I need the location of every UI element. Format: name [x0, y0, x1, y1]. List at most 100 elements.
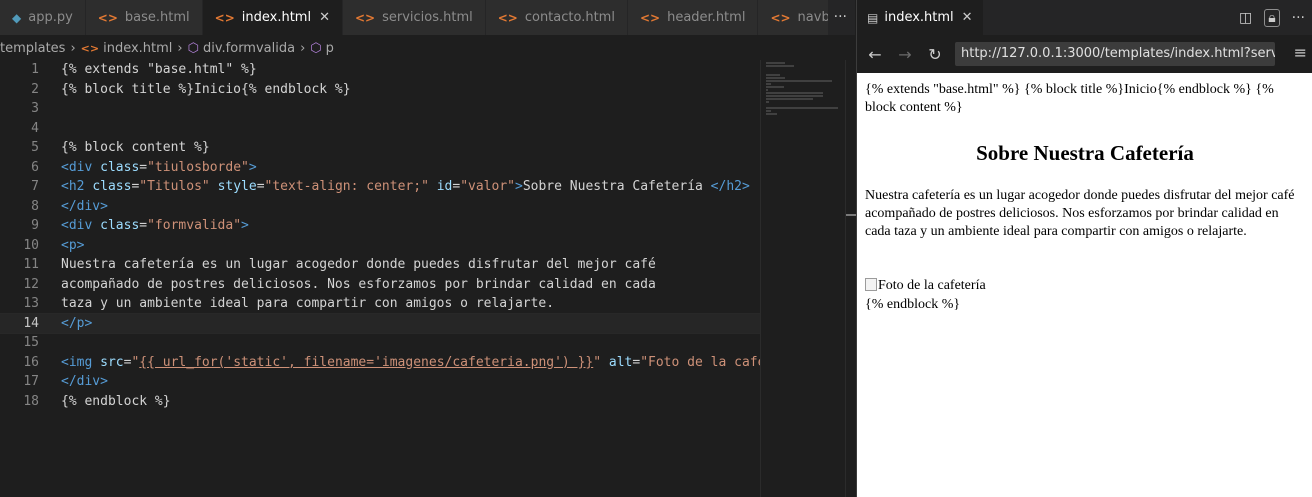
browser-icon: ▤: [867, 10, 879, 25]
split-editor-icon[interactable]: ◫: [1239, 10, 1252, 26]
code-token: Sobre Nuestra Cafetería: [522, 179, 711, 194]
code-token: {% extends "base.html" %}: [61, 62, 257, 77]
html-file-icon: <>: [770, 10, 791, 25]
forward-icon[interactable]: →: [893, 45, 917, 64]
code-line[interactable]: 16 <img src="{{ url_for('static', filenam…: [0, 353, 812, 373]
tab-label: index.html: [241, 10, 312, 25]
code-line[interactable]: 12 acompañado de postres deliciosos. Nos …: [0, 275, 760, 295]
line-number: 12: [23, 276, 39, 292]
vertical-scrollbar[interactable]: [845, 60, 856, 497]
tab-app-py[interactable]: ◆ app.py: [0, 0, 86, 35]
line-text: {% endblock %}: [61, 392, 171, 412]
minimap-line: [766, 74, 781, 76]
code-line[interactable]: 8 </div>: [0, 197, 760, 217]
code-token: </p>: [61, 315, 93, 331]
line-number: 5: [31, 140, 39, 155]
code-line[interactable]: 1 {% extends "base.html" %}: [0, 60, 760, 80]
code-token: "valor": [460, 179, 515, 194]
tab-label: app.py: [28, 10, 73, 25]
tab-label: navb: [797, 10, 830, 25]
url-input[interactable]: http://127.0.0.1:3000/templates/index.ht…: [955, 42, 1275, 66]
tab-servicios-html[interactable]: <> servicios.html: [342, 0, 486, 35]
code-token: taza y un ambiente ideal para compartir …: [61, 296, 555, 311]
tab-index-html[interactable]: <> index.html ✕: [202, 0, 343, 35]
menu-icon[interactable]: ≡: [1294, 43, 1307, 62]
browser-toolbar: ← → ↻ http://127.0.0.1:3000/templates/in…: [857, 35, 1312, 73]
reload-icon[interactable]: ↻: [923, 45, 947, 64]
close-icon[interactable]: ✕: [319, 10, 330, 25]
code-line[interactable]: 6 <div class="tiulosborde">: [0, 158, 760, 178]
minimap-line: [766, 86, 784, 88]
breadcrumb-item[interactable]: <> index.html: [81, 41, 173, 56]
browser-tab-bar: ▤ index.html ✕ ◫ 🔒︎ ···: [857, 0, 1312, 35]
browser-tab[interactable]: ▤ index.html ✕: [857, 0, 983, 35]
line-text: {% block content %}: [61, 138, 210, 158]
more-actions-icon[interactable]: ···: [1292, 10, 1305, 26]
code-token: class: [100, 159, 140, 175]
code-line[interactable]: 15: [0, 333, 760, 353]
code-token: {% endblock %}: [61, 393, 171, 409]
chevron-right-icon: ›: [177, 40, 183, 56]
code-token: </div>: [61, 198, 108, 214]
lock-icon[interactable]: 🔒︎: [1264, 8, 1280, 27]
minimap-line: [766, 107, 838, 109]
line-text: {% block title %}Inicio{% endblock %}: [61, 80, 351, 100]
editor-tab-bar: ◆ app.py <> base.html <> index.html ✕ <> servici…: [0, 0, 855, 35]
code-line[interactable]: 17 </div>: [0, 372, 760, 392]
line-number: 16: [23, 354, 39, 370]
line-number: 15: [23, 335, 39, 350]
code-token: </h2>: [710, 179, 750, 194]
line-text: <div class="tiulosborde">: [61, 158, 257, 178]
line-number: 3: [31, 101, 39, 116]
code-editor[interactable]: ◆ app.py <> base.html <> index.html ✕ <> servici…: [0, 0, 856, 497]
tab-header-html[interactable]: <> header.html: [627, 0, 759, 35]
breadcrumb[interactable]: templates › <> index.html › ⬡ div.formvalida › ⬡…: [0, 38, 334, 58]
tab-label: servicios.html: [382, 10, 473, 25]
close-icon[interactable]: ✕: [962, 10, 973, 25]
line-number: 14: [23, 315, 39, 331]
code-line[interactable]: 4: [0, 119, 760, 139]
code-token: {% block content %}: [61, 140, 210, 155]
code-line[interactable]: 7 <h2 class="Titulos" style="text-align: …: [0, 177, 760, 197]
code-line[interactable]: 10 <p>: [0, 236, 760, 256]
html-file-icon: <>: [80, 41, 100, 55]
code-line[interactable]: 13 taza y un ambiente ideal para comparti…: [0, 294, 760, 314]
line-text: Nuestra cafetería es un lugar acogedor d…: [61, 255, 656, 275]
code-line[interactable]: 2 {% block title %}Inicio{% endblock %}: [0, 80, 760, 100]
tab-contacto-html[interactable]: <> contacto.html: [485, 0, 628, 35]
broken-image: Foto de la cafetería: [865, 277, 986, 295]
code-area[interactable]: 1 {% extends "base.html" %} 2 {% block titl…: [0, 60, 812, 497]
back-icon[interactable]: ←: [863, 45, 887, 64]
more-tabs-icon[interactable]: ···: [827, 0, 847, 35]
minimap-line: [766, 98, 814, 100]
breadcrumb-item[interactable]: ⬡ div.formvalida: [188, 41, 295, 56]
html-file-icon: <>: [639, 10, 661, 25]
chevron-right-icon: ›: [300, 40, 306, 56]
line-text: <img src="{{ url_for('static', filename=…: [61, 353, 812, 373]
code-line[interactable]: 9 <div class="formvalida">: [0, 216, 760, 236]
element-icon: ⬡: [310, 40, 322, 56]
breadcrumb-item[interactable]: ⬡ p: [310, 41, 334, 56]
tab-base-html[interactable]: <> base.html: [85, 0, 203, 35]
code-line[interactable]: 11 Nuestra cafetería es un lugar acogedor…: [0, 255, 760, 275]
minimap-line: [766, 110, 771, 112]
template-text: {% extends "base.html" %} {% block title…: [865, 82, 1274, 115]
tab-label: header.html: [667, 10, 746, 25]
simple-browser-pane: ▤ index.html ✕ ◫ 🔒︎ ··· ← → ↻ http://127…: [856, 0, 1312, 497]
breadcrumb-item[interactable]: templates: [0, 41, 65, 56]
line-text: taza y un ambiente ideal para compartir …: [61, 294, 554, 314]
browser-tab-label: index.html: [884, 10, 954, 25]
code-line[interactable]: 5 {% block content %}: [0, 138, 760, 158]
code-token: {{ url_for('static', filename='imagenes/…: [139, 354, 594, 370]
code-line[interactable]: 14 </p>: [0, 312, 761, 334]
line-number: 11: [23, 257, 39, 272]
code-line[interactable]: 3: [0, 99, 760, 119]
minimap-line: [766, 92, 823, 94]
code-line[interactable]: 18 {% endblock %}: [0, 392, 760, 412]
page-heading: Sobre Nuestra Cafetería: [976, 141, 1194, 165]
code-token: Nuestra cafetería es un lugar acogedor d…: [61, 257, 656, 272]
page-paragraph: Nuestra cafetería es un lugar acogedor d…: [865, 188, 1295, 239]
minimap[interactable]: [760, 60, 846, 497]
line-text: <p>: [61, 236, 84, 256]
line-number: 4: [31, 120, 39, 136]
